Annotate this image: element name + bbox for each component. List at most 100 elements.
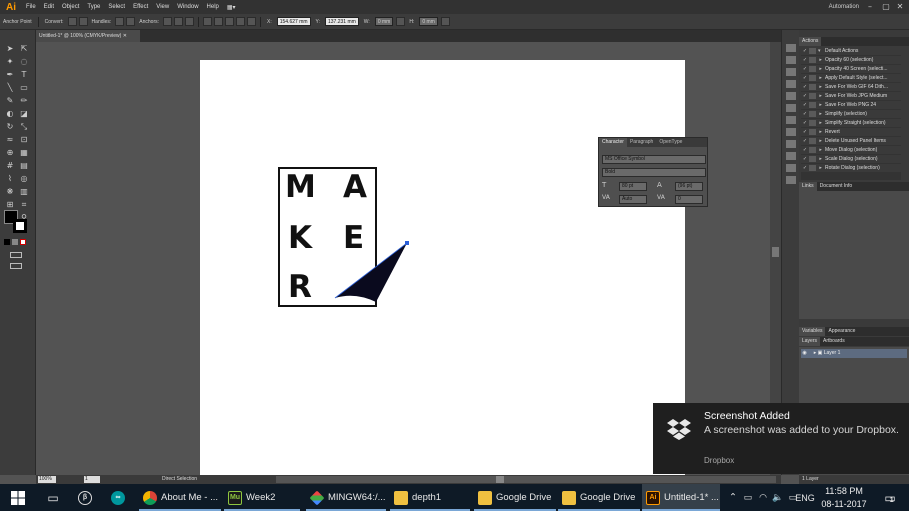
task-view-button[interactable]: ▭ — [40, 484, 66, 511]
align-middle-icon[interactable] — [247, 17, 257, 26]
hide-handles-icon[interactable] — [126, 17, 136, 26]
selection-tool-icon[interactable]: ➤ — [4, 44, 16, 54]
menu-select[interactable]: Select — [104, 4, 129, 10]
artboard[interactable] — [200, 60, 685, 475]
layer-row[interactable]: ◉ ▸ ▣ Layer 1 — [801, 349, 907, 358]
horizontal-scrollbar[interactable] — [276, 476, 776, 483]
scroll-thumb[interactable] — [772, 247, 779, 257]
maximize-icon[interactable]: ▢ — [879, 0, 893, 14]
current-tool-status[interactable]: Direct Selection — [162, 475, 197, 484]
action-row[interactable]: ✓ ▸ Simplify Straight (selection) — [801, 119, 901, 128]
graphic-styles-panel-icon[interactable] — [786, 152, 796, 160]
font-style-select[interactable]: Bold — [602, 168, 706, 177]
menu-object[interactable]: Object — [58, 4, 83, 10]
check-icon[interactable]: ✓ — [801, 47, 809, 55]
action-row[interactable]: ✓ ▸ Save For Web JPG Medium — [801, 92, 901, 101]
taskbar-app-illustrator[interactable]: Ai Untitled-1* ... — [642, 484, 720, 511]
minimize-icon[interactable]: – — [863, 0, 877, 14]
taskbar-app-depth1[interactable]: depth1 — [390, 484, 470, 511]
letter-m[interactable]: M — [285, 172, 316, 203]
mesh-tool-icon[interactable]: # — [4, 161, 16, 171]
workspace-switcher[interactable]: Automation — [829, 4, 859, 10]
slice-tool-icon[interactable]: ⌗ — [18, 200, 30, 210]
symbols-panel-icon[interactable] — [786, 92, 796, 100]
tab-document-info[interactable]: Document Info — [817, 183, 856, 189]
type-tool-icon[interactable]: T — [18, 70, 30, 80]
eyedropper-tool-icon[interactable]: ⌇ — [4, 174, 16, 184]
menu-type[interactable]: Type — [83, 4, 104, 10]
magic-wand-tool-icon[interactable]: ✦ — [4, 57, 16, 67]
tab-actions[interactable]: Actions — [799, 37, 822, 46]
link-proportions-icon[interactable] — [396, 17, 406, 26]
action-row[interactable]: ✓ ▸ Revert — [801, 128, 901, 137]
connect-anchor-icon[interactable] — [174, 17, 184, 26]
hscroll-thumb[interactable] — [496, 476, 504, 483]
letter-a[interactable]: A — [343, 172, 367, 203]
menu-window[interactable]: Window — [173, 4, 202, 10]
gradient-panel-icon[interactable] — [786, 116, 796, 124]
none-mode-icon[interactable] — [20, 239, 26, 245]
letter-k[interactable]: K — [288, 223, 312, 254]
tray-network[interactable]: ▭ — [741, 484, 755, 511]
tab-links[interactable]: Links — [799, 182, 817, 191]
start-button[interactable] — [0, 484, 36, 511]
width-tool-icon[interactable]: ≈ — [4, 135, 16, 145]
transparency-panel-icon[interactable] — [786, 128, 796, 136]
action-row[interactable]: ✓ ▸ Apply Default Style (select... — [801, 74, 901, 83]
taskbar-app-google-drive-2[interactable]: Google Drive — [558, 484, 640, 511]
pencil-tool-icon[interactable]: ✏ — [18, 96, 30, 106]
show-handles-icon[interactable] — [115, 17, 125, 26]
tab-paragraph[interactable]: Paragraph — [627, 138, 656, 147]
swatches-panel-icon[interactable] — [786, 68, 796, 76]
column-graph-tool-icon[interactable]: ▥ — [18, 187, 30, 197]
symbol-sprayer-tool-icon[interactable]: ❋ — [4, 187, 16, 197]
document-tab[interactable]: Untitled-1* @ 100% (CMYK/Preview) ✕ — [36, 30, 140, 42]
action-row[interactable]: ✓ ▸ Delete Unused Panel Items — [801, 137, 901, 146]
blob-brush-tool-icon[interactable]: ◐ — [4, 109, 16, 119]
action-row[interactable]: ✓ ▸ Rotate Dialog (selection) — [801, 164, 901, 173]
tab-artboards[interactable]: Artboards — [820, 338, 848, 344]
action-row[interactable]: ✓ ▸ Opacity 60 (selection) — [801, 56, 901, 65]
convert-smooth-icon[interactable] — [78, 17, 88, 26]
gradient-mode-icon[interactable] — [12, 239, 18, 245]
stroke-swatch[interactable] — [13, 219, 27, 233]
drawing-mode-icon[interactable] — [10, 252, 22, 258]
pinned-app[interactable]: β — [74, 484, 100, 511]
font-family-select[interactable]: MS Office Symbol — [602, 155, 706, 164]
tab-character[interactable]: Character — [599, 138, 627, 147]
menu-effect[interactable]: Effect — [129, 4, 152, 10]
perspective-grid-tool-icon[interactable]: ▦ — [18, 148, 30, 158]
tracking-field[interactable]: 0 — [675, 195, 703, 204]
blend-tool-icon[interactable]: ◎ — [18, 174, 30, 184]
zoom-field[interactable]: 100% — [38, 476, 56, 483]
menu-help[interactable]: Help — [203, 4, 223, 10]
letter-r[interactable]: R — [288, 272, 312, 303]
h-field[interactable]: 0 mm — [419, 17, 438, 26]
taskbar-app-mingw[interactable]: MINGW64:/... — [306, 484, 386, 511]
action-row[interactable]: ✓ ▸ Simplify (selection) — [801, 110, 901, 119]
align-center-icon[interactable] — [214, 17, 224, 26]
font-size-field[interactable]: 80 pt — [619, 182, 647, 191]
align-top-icon[interactable] — [236, 17, 246, 26]
scale-tool-icon[interactable]: ⤡ — [18, 122, 30, 132]
action-row[interactable]: ✓ ▸ Scale Dialog (selection) — [801, 155, 901, 164]
tray-wifi[interactable]: ◠ — [756, 484, 770, 511]
taskbar-app-muse[interactable]: Mu Week2 — [224, 484, 300, 511]
screen-mode-icon[interactable] — [10, 263, 22, 269]
line-tool-icon[interactable]: ╲ — [4, 83, 16, 93]
show-hidden-icons[interactable]: ⌃ — [726, 484, 740, 511]
action-center-button[interactable]: ▭ 1 — [874, 484, 904, 511]
align-right-icon[interactable] — [225, 17, 235, 26]
lasso-tool-icon[interactable]: ◌ — [18, 57, 30, 67]
action-row[interactable]: ✓ ▸ Opacity 40 Screen (selecti... — [801, 65, 901, 74]
arrange-documents-icon[interactable]: ▦▾ — [223, 4, 240, 11]
tab-layers[interactable]: Layers — [799, 337, 821, 346]
gradient-tool-icon[interactable]: ▤ — [18, 161, 30, 171]
stroke-panel-icon[interactable] — [786, 104, 796, 112]
w-field[interactable]: 0 mm — [374, 17, 394, 26]
panel-menu-icon[interactable] — [440, 17, 450, 26]
language-indicator[interactable]: ENG — [794, 484, 816, 511]
remove-anchor-icon[interactable] — [163, 17, 173, 26]
appearance-panel-icon[interactable] — [786, 140, 796, 148]
color-mode-icon[interactable] — [4, 239, 10, 245]
